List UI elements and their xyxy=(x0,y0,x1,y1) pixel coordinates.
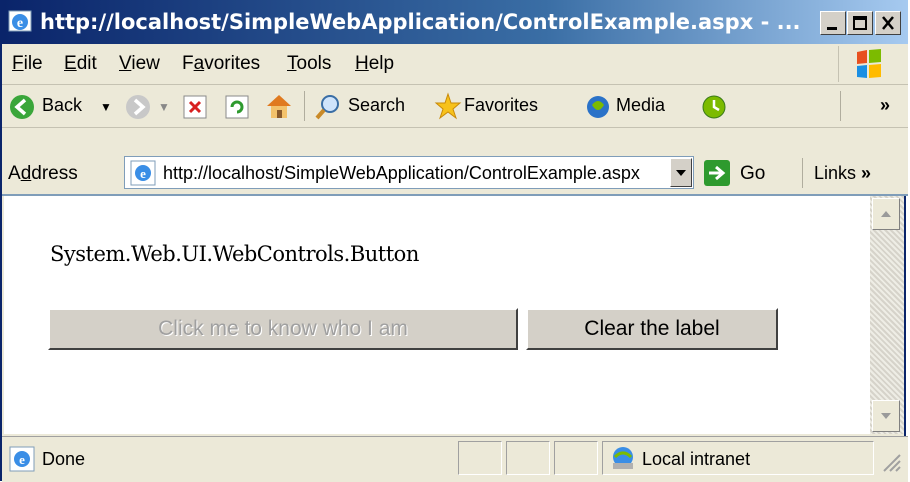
svg-text:e: e xyxy=(17,16,23,31)
address-bar: Address e http://localhost/SimpleWebAppl… xyxy=(2,128,908,196)
clear-label-button[interactable]: Clear the label xyxy=(526,308,778,350)
menu-help[interactable]: Help xyxy=(355,53,394,75)
history-icon[interactable] xyxy=(700,93,728,121)
menu-favorites[interactable]: Favorites xyxy=(182,53,260,75)
favorites-button[interactable]: Favorites xyxy=(464,95,538,116)
address-url: http://localhost/SimpleWebApplication/Co… xyxy=(163,163,640,183)
address-input[interactable]: e http://localhost/SimpleWebApplication/… xyxy=(124,156,694,189)
arrow-up-icon xyxy=(881,211,891,217)
local-intranet-icon xyxy=(613,447,633,469)
page-content: System.Web.UI.WebControls.Button Click m… xyxy=(4,196,870,434)
standard-toolbar: Back ▼ ▼ Search Favorites Media » xyxy=(2,85,908,128)
result-label: System.Web.UI.WebControls.Button xyxy=(50,242,419,266)
search-button[interactable]: Search xyxy=(348,95,405,116)
toolbar-separator-2 xyxy=(840,91,841,121)
refresh-icon[interactable] xyxy=(224,94,250,120)
arrow-down-icon xyxy=(881,413,891,419)
menu-view[interactable]: View xyxy=(119,53,160,75)
search-icon xyxy=(315,95,339,120)
status-panel-2 xyxy=(506,441,550,475)
resize-grip-icon[interactable] xyxy=(878,449,902,473)
address-label: Address xyxy=(8,163,78,184)
status-text: Done xyxy=(42,449,86,469)
chevron-down-icon xyxy=(676,170,686,176)
security-zone-text: Local intranet xyxy=(642,449,751,469)
address-separator xyxy=(802,158,803,188)
go-button[interactable]: Go xyxy=(740,163,765,185)
forward-dropdown-icon[interactable]: ▼ xyxy=(158,100,170,114)
address-dropdown-button[interactable] xyxy=(670,158,692,187)
media-button[interactable]: Media xyxy=(616,95,665,116)
svg-text:e: e xyxy=(140,166,146,181)
windows-flag-logo xyxy=(838,46,897,82)
back-dropdown-icon[interactable]: ▼ xyxy=(100,100,112,114)
scroll-down-button[interactable] xyxy=(872,400,900,432)
toolbar-overflow-chevron-icon[interactable]: » xyxy=(880,95,890,116)
know-who-button: Click me to know who I am xyxy=(48,308,518,350)
status-panel-1 xyxy=(458,441,502,475)
stop-icon[interactable] xyxy=(182,94,208,120)
menu-file[interactable]: File xyxy=(12,53,43,75)
forward-arrow-icon[interactable] xyxy=(124,93,152,121)
back-arrow-icon xyxy=(10,95,34,119)
window-title: http://localhost/SimpleWebApplication/Co… xyxy=(40,10,801,34)
menu-edit[interactable]: Edit xyxy=(64,53,97,75)
status-page-icon: e xyxy=(9,446,35,472)
browser-window: e http://localhost/SimpleWebApplication/… xyxy=(0,0,908,482)
status-panel-3 xyxy=(554,441,598,475)
title-bar[interactable]: e http://localhost/SimpleWebApplication/… xyxy=(2,0,908,44)
internet-explorer-icon: e xyxy=(8,10,32,32)
menu-tools[interactable]: Tools xyxy=(287,53,331,75)
scroll-up-button[interactable] xyxy=(872,198,900,230)
links-button[interactable]: Links » xyxy=(814,163,871,184)
go-arrow-icon[interactable] xyxy=(704,160,730,186)
close-button[interactable] xyxy=(875,11,901,35)
favorites-star-icon xyxy=(434,92,462,120)
home-icon[interactable] xyxy=(264,92,294,120)
vertical-scrollbar[interactable] xyxy=(870,196,904,434)
maximize-button[interactable] xyxy=(847,11,873,35)
back-button[interactable]: Back xyxy=(42,95,82,116)
close-icon xyxy=(882,16,894,30)
menu-bar: File Edit View Favorites Tools Help xyxy=(2,44,908,85)
status-bar: e Done Local intranet xyxy=(2,436,908,482)
page-ie-icon: e xyxy=(130,160,156,186)
media-icon xyxy=(587,96,609,118)
svg-text:e: e xyxy=(19,452,25,467)
toolbar-separator xyxy=(304,91,305,121)
minimize-button[interactable] xyxy=(820,11,846,35)
